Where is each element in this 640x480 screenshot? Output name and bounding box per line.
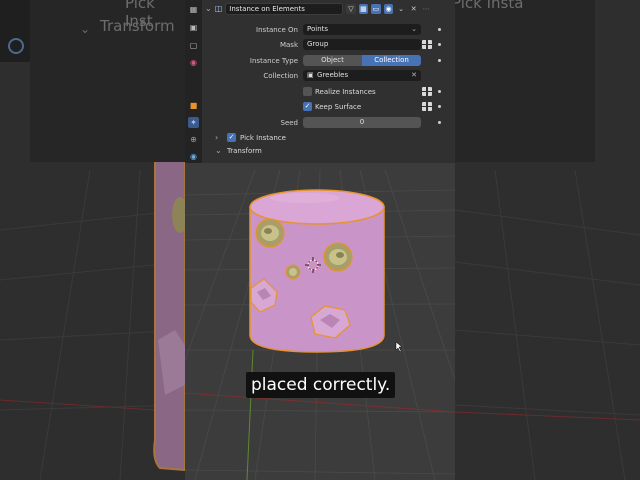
- keyframe-dot-icon[interactable]: [438, 105, 441, 108]
- dropdown-chevron-icon[interactable]: ⌄: [396, 4, 406, 14]
- instance-type-toggle: Object Collection: [303, 55, 421, 66]
- collection-value: Greebles: [317, 71, 349, 79]
- keep-surface-checkbox[interactable]: ✓: [303, 102, 312, 111]
- collection-icon: ▣: [307, 71, 314, 79]
- seed-slider[interactable]: 0: [303, 117, 421, 128]
- filter-icon[interactable]: ▽: [346, 3, 356, 14]
- chevron-down-icon: ⌄: [80, 22, 91, 36]
- chevron-right-icon[interactable]: ›: [215, 133, 223, 142]
- greeble-knob-1: [255, 218, 285, 248]
- keep-surface-label: Keep Surface: [315, 103, 362, 111]
- transform-panel[interactable]: ⌄ Transform: [215, 145, 262, 156]
- target-icon: [8, 38, 24, 54]
- chevron-down-icon: ⌄: [411, 25, 417, 33]
- close-icon[interactable]: ✕: [409, 4, 419, 14]
- realize-instances-row: Realize Instances: [185, 86, 455, 98]
- greeble-knob-2: [323, 242, 353, 272]
- background-blur-right: Pick Insta: [455, 0, 640, 480]
- input-swap-icon[interactable]: [422, 40, 432, 49]
- background-blur-left: Pick Inst Transform ⌄: [0, 0, 185, 480]
- transform-label: Transform: [227, 146, 262, 155]
- input-swap-icon[interactable]: [422, 102, 432, 111]
- seed-label: Seed: [280, 119, 299, 127]
- collection-field[interactable]: ▣ Greebles ✕: [303, 70, 421, 81]
- viewport-display-icon[interactable]: ▭: [371, 3, 381, 14]
- particles-icon[interactable]: ⊕: [188, 134, 199, 145]
- keyframe-dot-icon[interactable]: [438, 28, 441, 31]
- realize-instances-label: Realize Instances: [315, 88, 376, 96]
- greeble-knob-3: [285, 264, 301, 280]
- video-caption: placed correctly.: [246, 372, 396, 398]
- instance-on-label: Instance On: [256, 26, 298, 34]
- keyframe-dot-icon[interactable]: [438, 43, 441, 46]
- chevron-down-icon[interactable]: ⌄: [215, 146, 223, 155]
- node-icon: ◫: [214, 4, 223, 13]
- instance-on-dropdown[interactable]: Points ⌄: [303, 24, 421, 35]
- tool-icon[interactable]: ▦: [188, 4, 199, 15]
- collection-label: Collection: [263, 72, 298, 80]
- mask-row: Mask Group: [185, 39, 455, 51]
- mask-label: Mask: [279, 41, 298, 49]
- seed-row: Seed 0: [185, 117, 455, 129]
- keyframe-dot-icon[interactable]: [438, 121, 441, 124]
- input-swap-icon[interactable]: [422, 87, 432, 96]
- node-properties-panel: ▦ ▣ ▢ ◉ ■ ✦ ⊕ ◉ ⌄ ◫ Instance on Elements…: [185, 0, 455, 163]
- keyframe-dot-icon[interactable]: [438, 90, 441, 93]
- realize-instances-checkbox[interactable]: [303, 87, 312, 96]
- drag-handle-icon[interactable]: ⋯: [421, 4, 431, 14]
- editmode-icon[interactable]: ▦: [358, 3, 369, 14]
- pick-instance-panel[interactable]: › ✓ Pick Instance: [215, 132, 286, 143]
- instance-type-collection-button[interactable]: Collection: [362, 55, 421, 66]
- clear-icon[interactable]: ✕: [411, 70, 417, 81]
- blurred-label-pick-instance-right: Pick Insta: [455, 0, 524, 12]
- modifier-header: ⌄ ◫ Instance on Elements ▽ ▦ ▭ ◉ ⌄ ✕ ⋯: [205, 2, 431, 15]
- instance-type-label: Instance Type: [249, 57, 298, 65]
- node-name-field[interactable]: Instance on Elements: [225, 2, 344, 15]
- collection-row: Collection ▣ Greebles ✕: [185, 70, 455, 82]
- pick-instance-label: Pick Instance: [240, 133, 286, 142]
- instance-type-row: Instance Type Object Collection: [185, 55, 455, 67]
- instance-on-value: Points: [307, 25, 329, 33]
- physics-icon[interactable]: ◉: [188, 151, 199, 162]
- mask-field[interactable]: Group: [303, 39, 421, 50]
- pick-instance-checkbox[interactable]: ✓: [227, 133, 236, 142]
- instance-on-row: Instance On Points ⌄: [185, 24, 455, 36]
- blurred-panel-right: [455, 0, 595, 162]
- keep-surface-row: ✓ Keep Surface: [185, 101, 455, 113]
- collapse-chevron-icon[interactable]: ⌄: [205, 4, 212, 13]
- instance-type-object-button[interactable]: Object: [303, 55, 362, 66]
- keyframe-dot-icon[interactable]: [438, 59, 441, 62]
- blurred-label-transform: Transform: [100, 17, 175, 35]
- camera-icon[interactable]: ◉: [383, 3, 394, 14]
